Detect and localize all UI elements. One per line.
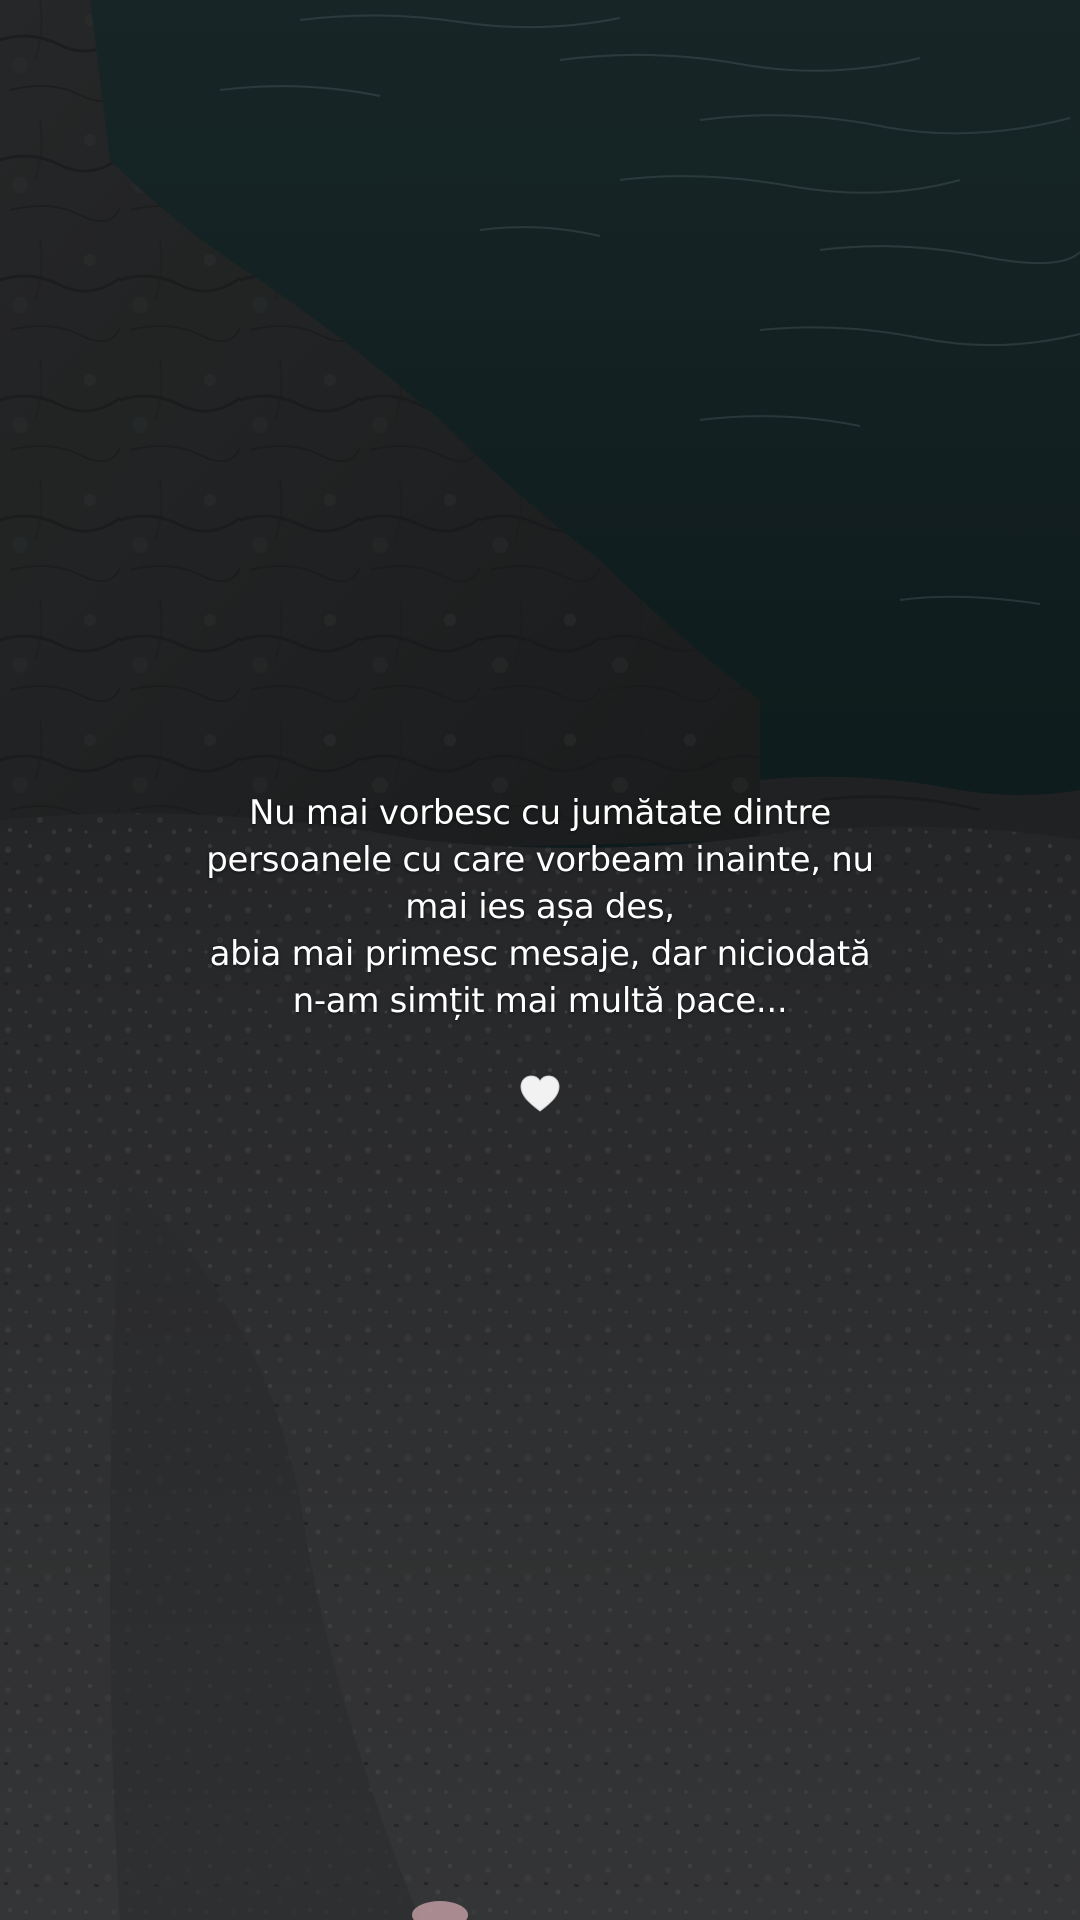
white-heart-icon — [518, 1072, 562, 1116]
caption-line: n-am simțit mai multă pace... — [292, 981, 788, 1021]
caption-line: Nu mai vorbesc cu jumătate dintre — [249, 793, 831, 833]
caption-text: Nu mai vorbesc cu jumătate dintre persoa… — [140, 790, 940, 1025]
caption-line: persoanele cu care vorbeam inainte, nu — [206, 840, 874, 880]
caption-line: mai ies așa des, — [405, 887, 675, 927]
caption-line: abia mai primesc mesaje, dar niciodată — [209, 934, 871, 974]
photo-background: Nu mai vorbesc cu jumătate dintre persoa… — [0, 0, 1080, 1920]
